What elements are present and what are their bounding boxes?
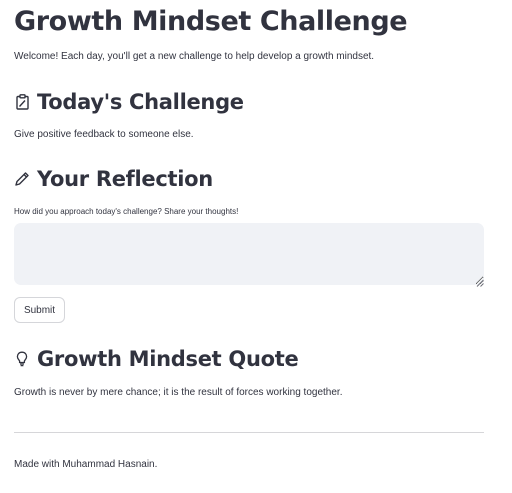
clipboard-icon [14,93,30,111]
submit-button[interactable]: Submit [14,297,65,323]
reflection-prompt-label: How did you approach today's challenge? … [14,207,239,216]
page-title: Growth Mindset Challenge [14,6,408,37]
reflection-section-heading: Your Reflection [14,165,213,193]
challenge-text: Give positive feedback to someone else. [14,129,194,140]
pencil-icon [14,170,30,188]
footer-divider [14,432,484,433]
quote-heading: Growth Mindset Quote [37,347,299,371]
lightbulb-icon [14,350,30,368]
challenge-section-heading: Today's Challenge [14,88,244,116]
challenge-heading: Today's Challenge [37,90,244,114]
reflection-textarea[interactable] [14,223,484,285]
reflection-heading: Your Reflection [37,167,213,191]
quote-text: Growth is never by mere chance; it is th… [14,387,343,398]
quote-section-heading: Growth Mindset Quote [14,345,299,373]
resize-grip-icon[interactable] [476,274,484,287]
welcome-text: Welcome! Each day, you'll get a new chal… [14,51,375,62]
footer-text: Made with Muhammad Hasnain. [14,459,158,470]
